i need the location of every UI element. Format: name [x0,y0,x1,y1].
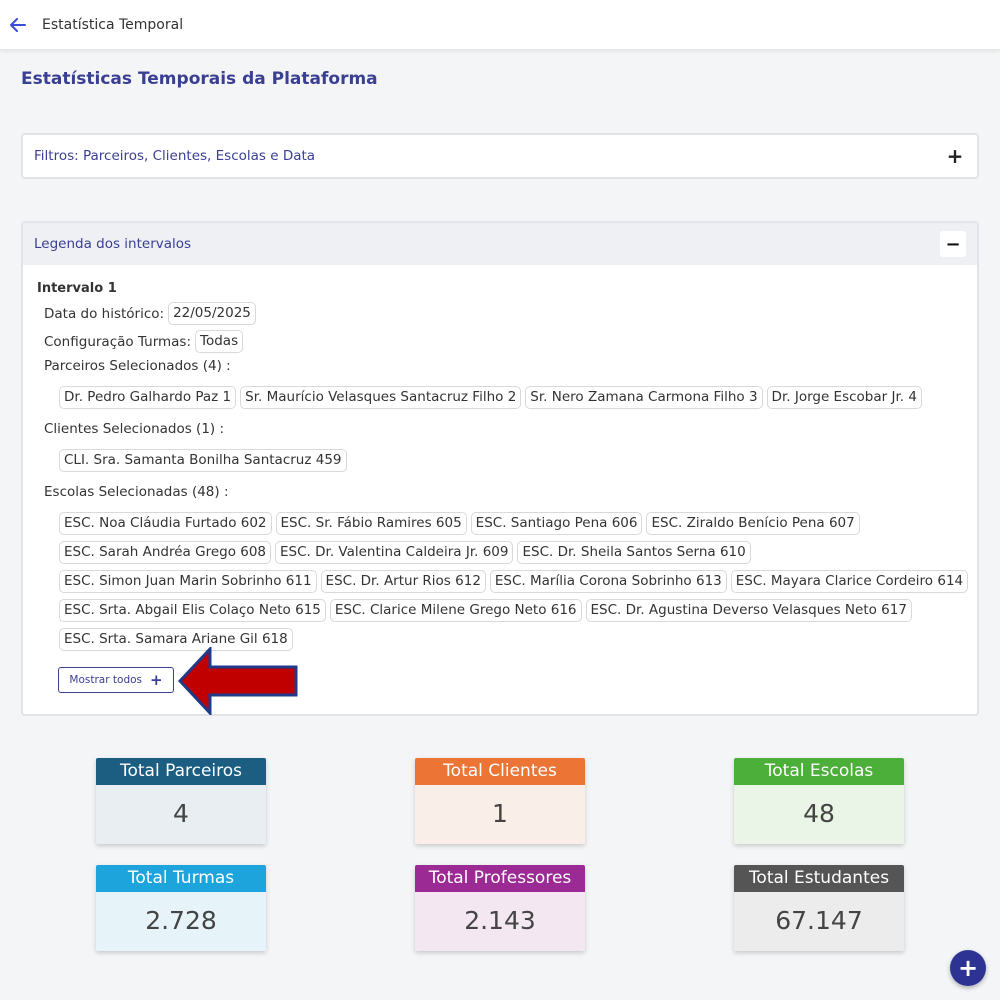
escola-chip: ESC. Santiago Pena 606 [470,512,643,535]
pointer-arrow-icon [178,647,298,715]
top-bar: Estatística Temporal [0,0,1000,50]
escola-chip: ESC. Srta. Abgail Elis Colaço Neto 615 [59,599,326,622]
stat-label: Total Turmas [96,865,266,892]
legend-panel: Legenda dos intervalos − Intervalo 1 Dat… [21,221,979,716]
stat-label: Total Professores [415,865,585,892]
escola-chip: ESC. Dr. Artur Rios 612 [320,570,486,593]
parceiro-chip: Sr. Nero Zamana Carmona Filho 3 [525,386,763,409]
escola-chip: ESC. Sr. Fábio Ramires 605 [275,512,467,535]
stat-card-professores: Total Professores 2.143 [415,865,585,951]
escolas-list: ESC. Noa Cláudia Furtado 602 ESC. Sr. Fá… [59,512,969,651]
escola-chip: ESC. Sarah Andréa Grego 608 [59,541,272,564]
collapse-minus-button[interactable]: − [940,231,966,257]
legend-title: Legenda dos intervalos [34,236,192,252]
clientes-label: Clientes Selecionados (1) : [44,421,225,437]
page-title: Estatísticas Temporais da Plataforma [21,69,378,89]
stat-value: 2.728 [96,892,266,951]
show-all-button[interactable]: Mostrar todos + [58,667,174,693]
filters-title: Filtros: Parceiros, Clientes, Escolas e … [34,148,316,164]
legend-header[interactable]: Legenda dos intervalos − [23,223,977,265]
escola-chip: ESC. Simon Juan Marin Sobrinho 611 [59,570,317,593]
stat-value: 48 [734,785,904,844]
stat-card-turmas: Total Turmas 2.728 [96,865,266,951]
config-chip: Todas [195,330,244,353]
filters-panel[interactable]: Filtros: Parceiros, Clientes, Escolas e … [21,133,979,179]
escola-chip: ESC. Clarice Milene Grego Neto 616 [329,599,582,622]
parceiros-list: Dr. Pedro Galhardo Paz 1 Sr. Maurício Ve… [59,386,969,409]
stat-card-parceiros: Total Parceiros 4 [96,758,266,844]
stat-card-clientes: Total Clientes 1 [415,758,585,844]
stat-label: Total Estudantes [734,865,904,892]
stat-label: Total Escolas [734,758,904,785]
cliente-chip: CLI. Sra. Samanta Bonilha Santacruz 459 [59,449,347,472]
date-label: Data do histórico: [44,305,165,322]
parceiro-chip: Dr. Jorge Escobar Jr. 4 [766,386,922,409]
parceiros-label: Parceiros Selecionados (4) : [44,358,231,374]
escola-chip: ESC. Dr. Agustina Deverso Velasques Neto… [585,599,912,622]
stat-value: 4 [96,785,266,844]
topbar-title: Estatística Temporal [42,16,184,33]
filters-header[interactable]: Filtros: Parceiros, Clientes, Escolas e … [23,135,977,177]
config-row: Configuração Turmas: Todas [44,330,963,353]
stat-label: Total Clientes [415,758,585,785]
stat-card-estudantes: Total Estudantes 67.147 [734,865,904,951]
interval-title: Intervalo 1 [37,281,117,296]
stat-card-escolas: Total Escolas 48 [734,758,904,844]
parceiro-chip: Dr. Pedro Galhardo Paz 1 [59,386,237,409]
legend-body: Intervalo 1 Data do histórico: 22/05/202… [23,265,977,651]
stat-value: 67.147 [734,892,904,951]
stat-value: 2.143 [415,892,585,951]
expand-plus-icon[interactable]: + [944,144,966,168]
escola-chip: ESC. Marília Corona Sobrinho 613 [489,570,727,593]
clientes-list: CLI. Sra. Samanta Bonilha Santacruz 459 [59,449,969,472]
escola-chip: ESC. Noa Cláudia Furtado 602 [59,512,272,535]
escola-chip: ESC. Mayara Clarice Cordeiro 614 [730,570,969,593]
date-row: Data do histórico: 22/05/2025 [44,302,963,325]
stat-label: Total Parceiros [96,758,266,785]
escola-chip: ESC. Dr. Sheila Santos Serna 610 [517,541,751,564]
plus-icon: + [150,671,163,689]
config-label: Configuração Turmas: [44,333,192,350]
escolas-label: Escolas Selecionadas (48) : [44,484,229,500]
stat-value: 1 [415,785,585,844]
add-fab-button[interactable]: + [950,950,986,986]
escola-chip: ESC. Dr. Valentina Caldeira Jr. 609 [275,541,514,564]
back-arrow-icon[interactable] [1,3,35,47]
escola-chip: ESC. Ziraldo Benício Pena 607 [646,512,860,535]
parceiro-chip: Sr. Maurício Velasques Santacruz Filho 2 [240,386,522,409]
date-chip: 22/05/2025 [168,302,256,325]
show-all-label: Mostrar todos [69,674,142,686]
